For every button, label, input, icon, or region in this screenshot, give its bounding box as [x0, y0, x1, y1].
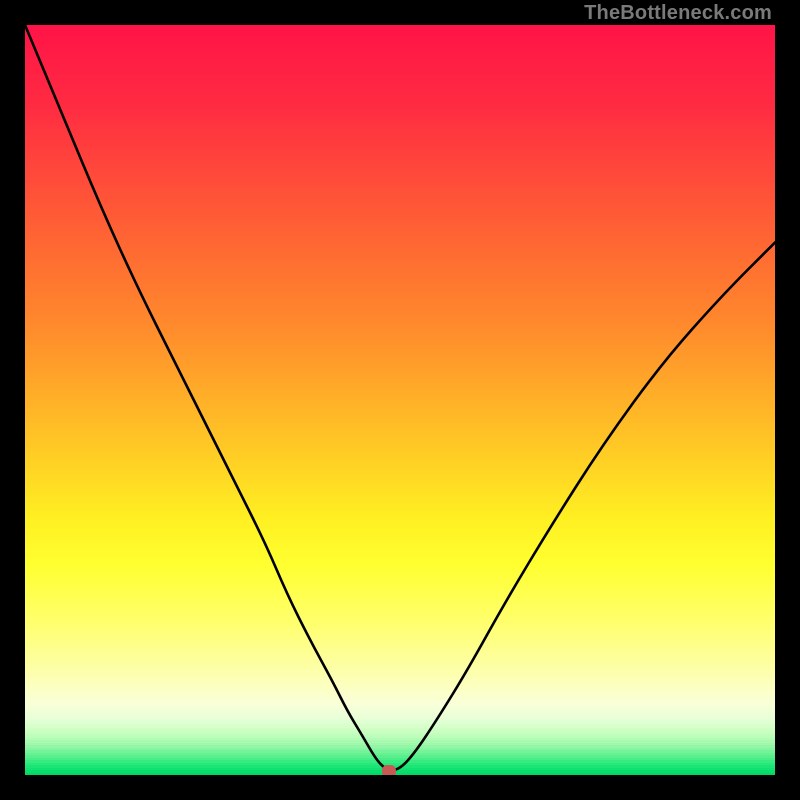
- plot-area: [25, 25, 775, 775]
- watermark-text: TheBottleneck.com: [584, 2, 772, 25]
- chart-frame: TheBottleneck.com: [0, 0, 800, 800]
- background-gradient: [25, 25, 775, 775]
- optimal-point-marker: [382, 765, 396, 776]
